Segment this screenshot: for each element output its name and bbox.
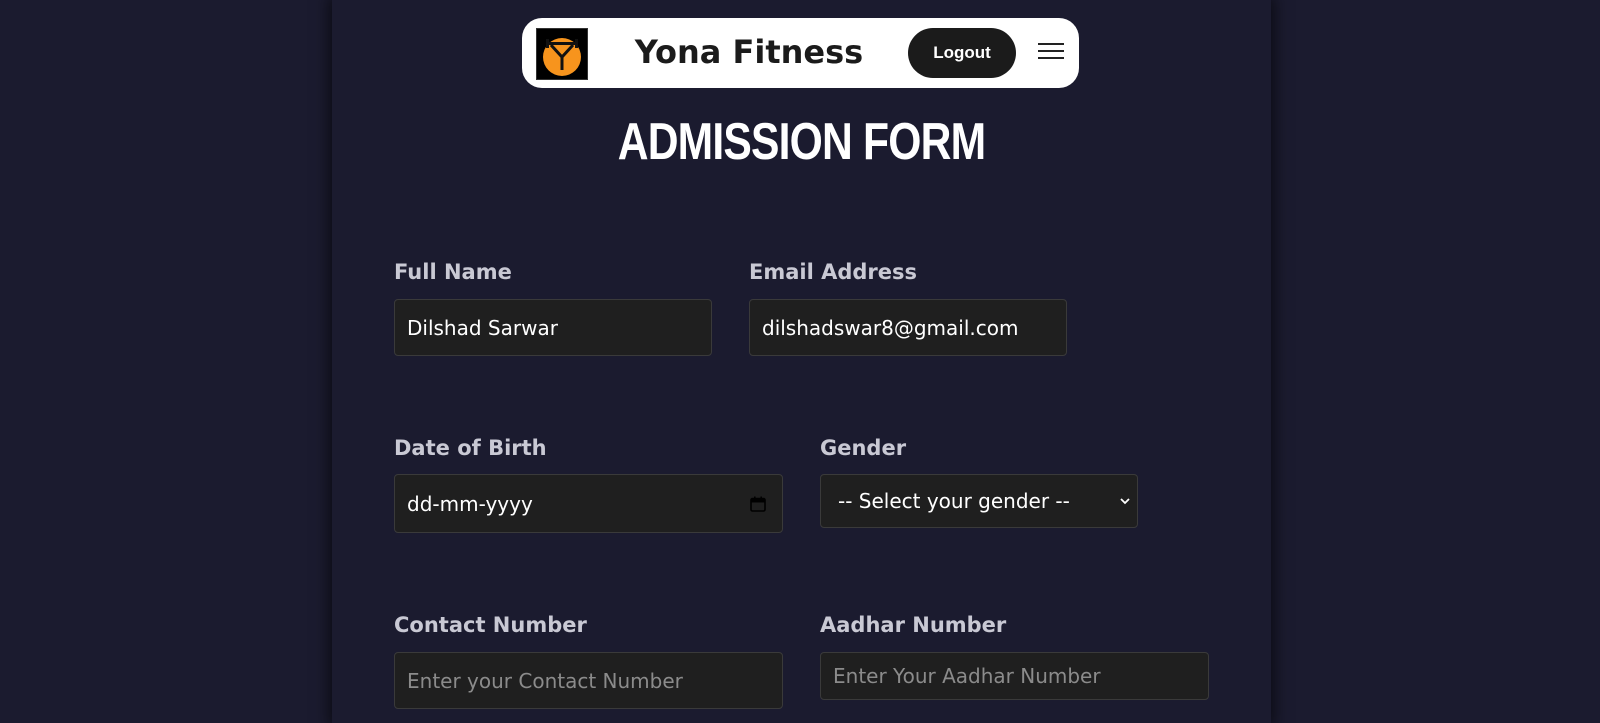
aadhar-placeholder: Enter Your Aadhar Number [833, 664, 1101, 688]
aadhar-label: Aadhar Number [820, 613, 1007, 637]
gender-select[interactable]: -- Select your gender -- [820, 474, 1138, 528]
contact-placeholder: Enter your Contact Number [407, 668, 683, 693]
hamburger-menu-icon[interactable] [1038, 43, 1064, 61]
calendar-icon[interactable] [750, 496, 766, 512]
gender-label: Gender [820, 436, 907, 460]
contact-input[interactable]: Enter your Contact Number [394, 652, 783, 709]
full-name-value: Dilshad Sarwar [407, 315, 558, 340]
logout-button[interactable]: Logout [908, 28, 1016, 78]
page-title: ADMISSION FORM [617, 113, 986, 171]
dob-input[interactable]: dd-mm-yyyy [394, 474, 783, 533]
gender-selected-value: -- Select your gender -- [838, 489, 1070, 513]
navbar: Yona Fitness Logout [522, 18, 1079, 88]
dob-label: Date of Birth [394, 436, 547, 460]
email-label: Email Address [749, 260, 918, 284]
logo-icon[interactable] [536, 28, 588, 80]
aadhar-input[interactable]: Enter Your Aadhar Number [820, 652, 1209, 700]
brand-name: Yona Fitness [634, 33, 864, 71]
contact-label: Contact Number [394, 613, 587, 637]
chevron-down-icon [1120, 498, 1130, 505]
email-input[interactable]: dilshadswar8@gmail.com [749, 299, 1067, 356]
dob-value: dd-mm-yyyy [407, 491, 533, 516]
full-name-input[interactable]: Dilshad Sarwar [394, 299, 712, 356]
full-name-label: Full Name [394, 260, 512, 284]
email-value: dilshadswar8@gmail.com [762, 315, 1019, 340]
